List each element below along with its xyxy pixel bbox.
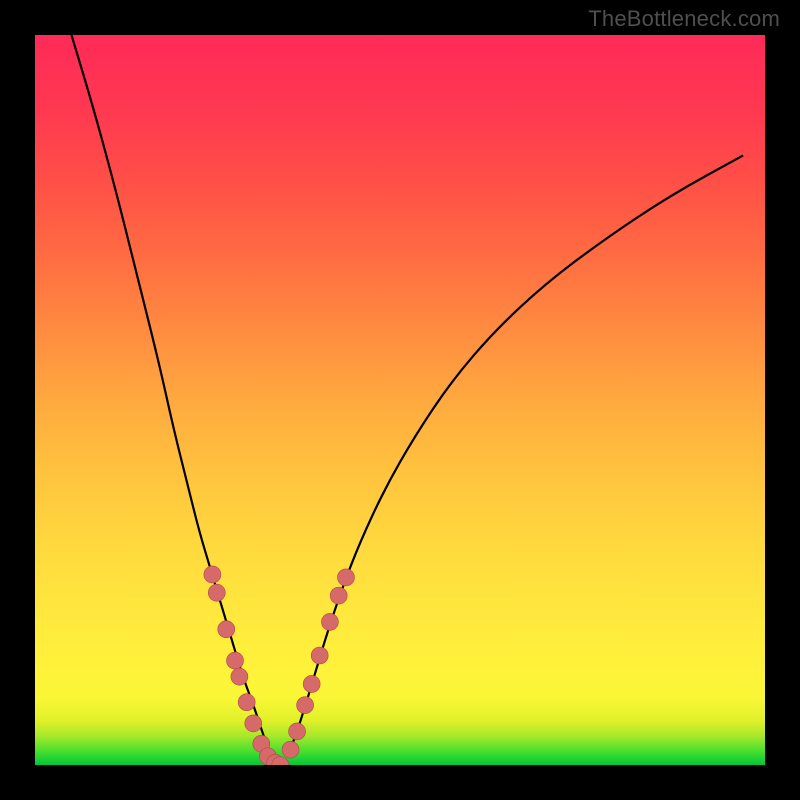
marker-dots-left — [204, 566, 289, 765]
marker-dot — [311, 647, 328, 664]
marker-dot — [208, 584, 225, 601]
marker-dot — [227, 652, 244, 669]
marker-dot — [337, 569, 354, 586]
marker-dot — [321, 613, 338, 630]
marker-dots-right — [282, 569, 354, 758]
marker-dot — [218, 621, 235, 638]
plot-area — [35, 35, 765, 765]
curve-left — [72, 35, 271, 754]
marker-dot — [303, 675, 320, 692]
marker-dot — [238, 694, 255, 711]
marker-dot — [289, 723, 306, 740]
watermark-text: TheBottleneck.com — [588, 6, 780, 32]
marker-dot — [204, 566, 221, 583]
marker-dot — [282, 741, 299, 758]
marker-dot — [231, 668, 248, 685]
marker-dot — [297, 697, 314, 714]
chart-svg — [35, 35, 765, 765]
marker-dot — [330, 587, 347, 604]
curve-right — [288, 155, 743, 754]
marker-dot — [245, 715, 262, 732]
chart-frame: TheBottleneck.com — [0, 0, 800, 800]
